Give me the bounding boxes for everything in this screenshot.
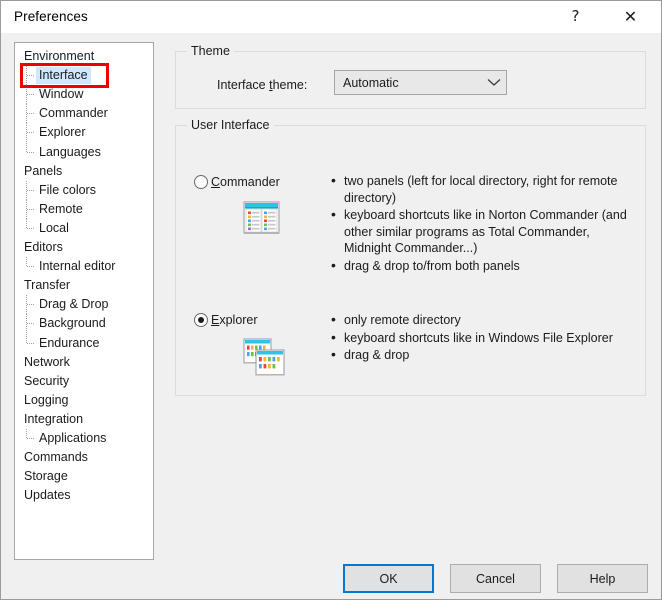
- interface-theme-value: Automatic: [343, 75, 399, 90]
- help-button[interactable]: Help: [557, 564, 648, 593]
- sidebar-item-label: Remote: [39, 201, 83, 216]
- sidebar-item-label: Panels: [24, 163, 63, 178]
- sidebar-item-explorer[interactable]: Explorer: [23, 123, 89, 143]
- sidebar-item-label: Applications: [39, 431, 107, 445]
- sidebar-item-integration[interactable]: Integration: [21, 410, 86, 429]
- dialog-client-area: Environment Interface Window Commander Explo…: [2, 33, 661, 599]
- tree-connector-icon: [23, 333, 37, 353]
- theme-groupbox-title: Theme: [187, 44, 234, 58]
- description-bullet: keyboard shortcuts like in Norton Comman…: [327, 206, 639, 257]
- sidebar-item-label: Editors: [24, 240, 63, 254]
- window-title: Preferences: [14, 9, 88, 24]
- ok-button-label: OK: [379, 571, 398, 586]
- radio-commander[interactable]: Commander: [194, 175, 280, 189]
- cancel-button-label: Cancel: [476, 571, 515, 586]
- sidebar-item-languages[interactable]: Languages: [23, 142, 104, 162]
- sidebar-item-logging[interactable]: Logging: [21, 391, 72, 410]
- sidebar-item-panels[interactable]: Panels: [21, 162, 65, 181]
- tree-connector-icon: [23, 218, 37, 238]
- sidebar-item-commander[interactable]: Commander: [23, 104, 111, 124]
- sidebar-item-remote[interactable]: Remote: [23, 199, 86, 219]
- sidebar-item-storage[interactable]: Storage: [21, 467, 71, 486]
- sidebar-item-network[interactable]: Network: [21, 353, 73, 372]
- sidebar-item-security[interactable]: Security: [21, 372, 72, 391]
- tree-connector-icon: [23, 66, 37, 86]
- preferences-dialog: Preferences ? ✕ Environment Interface Wind…: [0, 0, 662, 600]
- question-mark-icon: ?: [571, 7, 580, 25]
- radio-explorer-label: Explorer: [211, 313, 258, 327]
- sidebar-item-label: Commands: [24, 450, 88, 465]
- interface-theme-label: Interface theme:: [217, 78, 308, 92]
- tree-connector-icon: [23, 180, 37, 200]
- tree-connector-icon: [23, 104, 37, 124]
- radio-commander-circle[interactable]: [194, 175, 208, 189]
- sidebar-item-background[interactable]: Background: [23, 314, 109, 334]
- sidebar-item-label: Local: [39, 220, 69, 235]
- sidebar-item-internal-editor[interactable]: Internal editor: [23, 257, 118, 276]
- sidebar-item-environment[interactable]: Environment: [21, 47, 97, 66]
- sidebar-item-label: Updates: [24, 488, 71, 503]
- tree-connector-icon: [23, 314, 37, 334]
- sidebar-item-label: Environment: [24, 49, 95, 63]
- sidebar-item-interface[interactable]: Interface: [23, 66, 91, 86]
- tree-connector-icon: [23, 123, 37, 143]
- sidebar-item-label: Explorer: [39, 125, 86, 140]
- sidebar-item-label: Languages: [39, 144, 101, 159]
- sidebar-item-commands[interactable]: Commands: [21, 448, 91, 467]
- sidebar-item-file-colors[interactable]: File colors: [23, 180, 99, 200]
- sidebar-item-applications[interactable]: Applications: [23, 429, 109, 448]
- titlebar-help-button[interactable]: ?: [553, 1, 598, 32]
- two-panel-commander-icon: [243, 201, 281, 238]
- ok-button[interactable]: OK: [343, 564, 434, 593]
- tree-connector-icon: [23, 142, 37, 162]
- titlebar-close-button[interactable]: ✕: [608, 1, 653, 32]
- sidebar-item-label: Network: [24, 354, 70, 369]
- tree-connector-icon: [23, 199, 37, 219]
- sidebar-item-local[interactable]: Local: [23, 218, 72, 238]
- explorer-description: only remote directorykeyboard shortcuts …: [327, 311, 639, 365]
- sidebar-item-label: Internal editor: [39, 259, 116, 274]
- radio-explorer-circle[interactable]: [194, 313, 208, 327]
- radio-commander-label: Commander: [211, 175, 280, 189]
- sidebar-item-label: Drag & Drop: [39, 297, 109, 312]
- description-bullet: drag & drop to/from both panels: [327, 257, 639, 275]
- tree-connector-icon: [23, 295, 37, 315]
- tree-connector-icon: [23, 85, 37, 105]
- sidebar-item-label: Commander: [39, 106, 108, 121]
- interface-theme-dropdown[interactable]: Automatic: [334, 70, 507, 95]
- tree-connector-icon: [23, 257, 37, 276]
- radio-explorer[interactable]: Explorer: [194, 313, 258, 327]
- explorer-windows-icon: [243, 338, 285, 379]
- commander-description: two panels (left for local directory, ri…: [327, 172, 639, 275]
- tree-connector-icon: [23, 429, 37, 448]
- sidebar-item-endurance[interactable]: Endurance: [23, 333, 102, 353]
- description-bullet: only remote directory: [327, 311, 639, 329]
- close-icon: ✕: [623, 6, 638, 26]
- description-bullet: drag & drop: [327, 346, 639, 364]
- preferences-nav-tree[interactable]: Environment Interface Window Commander Explo…: [14, 42, 154, 560]
- sidebar-item-label: Endurance: [39, 335, 100, 350]
- sidebar-item-window[interactable]: Window: [23, 85, 86, 105]
- sidebar-item-label: Integration: [24, 411, 84, 426]
- user-interface-groupbox-title: User Interface: [187, 118, 274, 132]
- sidebar-item-label: Storage: [24, 469, 68, 484]
- sidebar-item-updates[interactable]: Updates: [21, 486, 74, 505]
- sidebar-item-label: Transfer: [24, 278, 71, 293]
- sidebar-item-label: Background: [39, 316, 106, 331]
- help-button-label: Help: [589, 571, 616, 586]
- sidebar-item-label: Logging: [24, 392, 69, 407]
- sidebar-item-label: Window: [39, 87, 84, 102]
- sidebar-item-label: File colors: [39, 182, 96, 197]
- title-bar: Preferences ? ✕: [1, 1, 661, 33]
- sidebar-item-drag-drop[interactable]: Drag & Drop: [23, 295, 111, 315]
- sidebar-item-editors[interactable]: Editors: [21, 238, 66, 257]
- sidebar-item-transfer[interactable]: Transfer: [21, 276, 73, 295]
- description-bullet: two panels (left for local directory, ri…: [327, 172, 639, 206]
- sidebar-item-label: Security: [24, 373, 70, 388]
- description-bullet: keyboard shortcuts like in Windows File …: [327, 329, 639, 347]
- cancel-button[interactable]: Cancel: [450, 564, 541, 593]
- chevron-down-icon: [482, 78, 506, 87]
- sidebar-item-label: Interface: [36, 67, 91, 85]
